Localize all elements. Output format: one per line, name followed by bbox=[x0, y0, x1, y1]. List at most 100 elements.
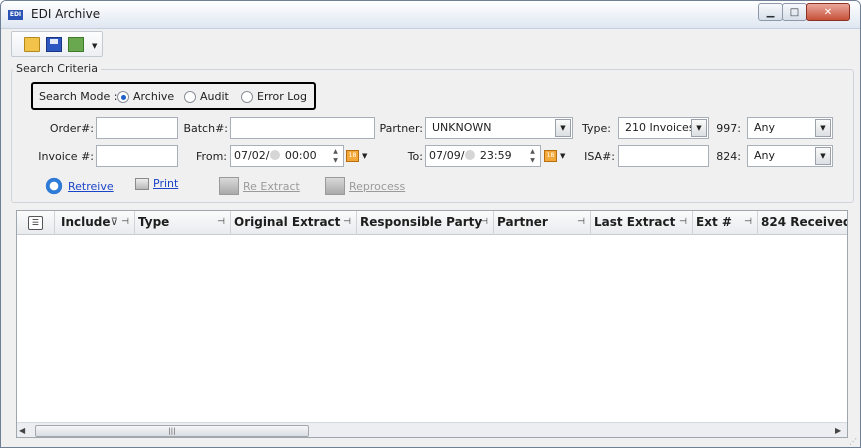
search-mode-archive-radio[interactable]: Archive bbox=[117, 90, 174, 103]
radio-unselected-icon bbox=[241, 90, 253, 103]
from-datetime-input[interactable]: 07/02/ 00:00 ▲ ▼ bbox=[230, 145, 344, 167]
isa-input[interactable] bbox=[618, 145, 709, 167]
radio-unselected-icon bbox=[184, 90, 196, 103]
printer-icon bbox=[135, 177, 149, 190]
from-calendar-button[interactable]: 18 ▼ bbox=[346, 147, 372, 165]
pin-icon[interactable]: ⊣ bbox=[744, 211, 752, 234]
reprocess-button[interactable]: Reprocess bbox=[325, 177, 405, 195]
partner-label: Partner: bbox=[379, 122, 424, 135]
re-extract-button[interactable]: Re Extract bbox=[219, 177, 300, 195]
print-button[interactable]: Print bbox=[135, 177, 178, 190]
batch-input[interactable] bbox=[230, 117, 375, 139]
partner-value: UNKNOWN bbox=[432, 121, 492, 134]
close-button[interactable]: ✕ bbox=[806, 3, 850, 21]
997-select[interactable]: Any ▼ bbox=[747, 117, 833, 139]
chevron-down-icon: ▼ bbox=[362, 152, 368, 160]
minimize-button[interactable]: ▁ bbox=[758, 3, 783, 21]
pin-icon[interactable]: ⊣ bbox=[679, 211, 687, 234]
toolbar-overflow-chevron-icon[interactable]: ▼ bbox=[92, 42, 97, 50]
app-icon: EDI bbox=[8, 10, 23, 20]
search-mode-error-log-radio[interactable]: Error Log bbox=[241, 90, 307, 103]
filter-icon[interactable]: ⊽ bbox=[111, 211, 118, 234]
type-label: Type: bbox=[582, 122, 611, 135]
column-header-partner[interactable]: Partner ⊣ bbox=[494, 211, 591, 235]
pin-icon[interactable]: ⊣ bbox=[121, 211, 129, 234]
edi-archive-window: EDI EDI Archive ▁ □ ✕ ▼ Search Criteria … bbox=[0, 0, 861, 448]
scrollbar-thumb[interactable]: ||| bbox=[35, 425, 309, 437]
pin-icon[interactable]: ⊣ bbox=[480, 211, 488, 234]
export-icon[interactable] bbox=[68, 37, 84, 52]
column-header-label: Responsible Party bbox=[360, 215, 483, 229]
column-chooser-button[interactable]: ☰ bbox=[17, 211, 55, 235]
type-select[interactable]: 210 Invoices ▼ bbox=[618, 117, 709, 139]
maximize-button[interactable]: □ bbox=[782, 3, 807, 21]
window-title: EDI Archive bbox=[31, 7, 101, 21]
pin-icon[interactable]: ⊣ bbox=[343, 211, 351, 234]
isa-label: ISA#: bbox=[584, 150, 615, 163]
chevron-down-icon[interactable]: ▼ bbox=[815, 147, 831, 165]
chevron-down-icon[interactable]: ▼ bbox=[815, 119, 831, 137]
search-mode-box: Search Mode : Archive Audit Error Log bbox=[31, 82, 316, 110]
to-calendar-button[interactable]: 18 ▼ bbox=[544, 147, 570, 165]
pin-icon[interactable]: ⊣ bbox=[217, 211, 225, 234]
toolbar: ▼ bbox=[11, 31, 103, 57]
column-header-label: Partner bbox=[497, 215, 548, 229]
from-time: 00:00 bbox=[284, 149, 317, 162]
column-header-label: Original Extract bbox=[234, 215, 341, 229]
type-value: 210 Invoices bbox=[625, 121, 695, 134]
radio-label: Error Log bbox=[257, 90, 307, 103]
to-date: 07/09/ bbox=[429, 149, 465, 162]
chevron-down-icon[interactable]: ▼ bbox=[555, 119, 571, 137]
column-header-label: Type bbox=[138, 215, 170, 229]
redacted-mark bbox=[270, 150, 281, 160]
reprocess-label: Reprocess bbox=[349, 179, 406, 193]
chevron-down-icon[interactable]: ▼ bbox=[691, 119, 707, 137]
order-label: Order#: bbox=[49, 122, 94, 135]
results-grid[interactable]: ☰ Include ⊽ ⊣ Type ⊣ Original Extract ⊣ … bbox=[16, 210, 848, 438]
column-header-label: 824 Received bbox=[761, 215, 848, 229]
order-input[interactable] bbox=[96, 117, 178, 139]
column-header-824-received[interactable]: 824 Received bbox=[758, 211, 848, 235]
folder-open-icon[interactable] bbox=[24, 37, 40, 52]
redacted-mark bbox=[465, 150, 476, 160]
scroll-right-arrow-icon[interactable]: ▶ bbox=[835, 426, 841, 435]
from-label: From: bbox=[196, 150, 227, 163]
reprocess-icon bbox=[325, 177, 345, 195]
radio-label: Archive bbox=[133, 90, 175, 103]
column-header-last-extract[interactable]: Last Extract ⊣ bbox=[591, 211, 693, 235]
from-date: 07/02/ bbox=[234, 149, 270, 162]
retreive-label: Retreive bbox=[68, 179, 114, 193]
column-header-label: Include bbox=[61, 215, 111, 229]
824-value: Any bbox=[754, 149, 776, 162]
save-icon[interactable] bbox=[46, 37, 62, 52]
997-value: Any bbox=[754, 121, 776, 134]
partner-select[interactable]: UNKNOWN ▼ bbox=[425, 117, 573, 139]
824-select[interactable]: Any ▼ bbox=[747, 145, 833, 167]
column-header-original-extract[interactable]: Original Extract ⊣ bbox=[231, 211, 357, 235]
pin-icon[interactable]: ⊣ bbox=[577, 211, 585, 234]
calendar-icon: 18 bbox=[346, 150, 359, 162]
refresh-icon bbox=[44, 177, 64, 195]
spinner-arrows-icon[interactable]: ▲ ▼ bbox=[329, 147, 342, 165]
print-label: Print bbox=[153, 177, 179, 190]
invoice-input[interactable] bbox=[96, 145, 178, 167]
spinner-arrows-icon[interactable]: ▲ ▼ bbox=[526, 147, 539, 165]
column-header-responsible-party[interactable]: Responsible Party ⊣ bbox=[357, 211, 494, 235]
column-header-ext-number[interactable]: Ext # ⊣ bbox=[693, 211, 758, 235]
chevron-down-icon: ▼ bbox=[560, 152, 566, 160]
invoice-label: Invoice #: bbox=[38, 150, 94, 163]
column-header-include[interactable]: Include ⊽ ⊣ bbox=[55, 211, 135, 235]
horizontal-scrollbar[interactable]: ◀ ||| ▶ bbox=[17, 422, 847, 437]
to-datetime-input[interactable]: 07/09/ 23:59 ▲ ▼ bbox=[425, 145, 541, 167]
radio-selected-icon bbox=[117, 90, 129, 103]
to-label: To: bbox=[407, 150, 423, 163]
search-criteria-title: Search Criteria bbox=[13, 62, 101, 75]
scroll-left-arrow-icon[interactable]: ◀ bbox=[19, 426, 25, 435]
column-header-type[interactable]: Type ⊣ bbox=[135, 211, 231, 235]
retreive-button[interactable]: Retreive bbox=[44, 177, 114, 195]
resize-grip-icon[interactable]: ⋰ bbox=[849, 437, 857, 446]
search-mode-label: Search Mode : bbox=[39, 90, 118, 103]
997-label: 997: bbox=[716, 122, 741, 135]
re-extract-icon bbox=[219, 177, 239, 195]
search-mode-audit-radio[interactable]: Audit bbox=[184, 90, 229, 103]
